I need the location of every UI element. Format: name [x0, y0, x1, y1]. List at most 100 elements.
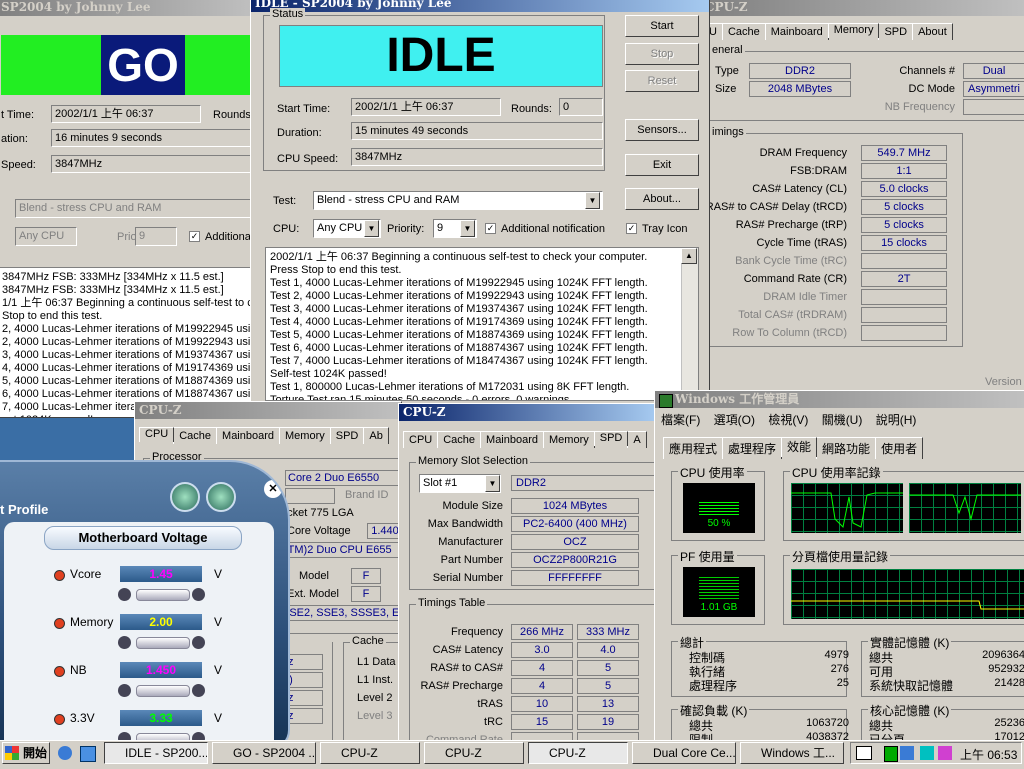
taskbar-item-task-manager[interactable]: Windows 工... [740, 742, 844, 764]
tray-prime-icon[interactable] [920, 746, 934, 760]
sp2004-idle-window[interactable]: IDLE - SP2004 by Johnny Lee Status IDLE … [250, 0, 710, 404]
nb-frequency-value [963, 99, 1024, 115]
priority-select[interactable]: 9 [135, 227, 177, 246]
additional-checkbox[interactable]: ✓ [189, 231, 200, 242]
cpuz-memory-window[interactable]: CPU-Z U Cache Mainboard Memory SPD About ener… [700, 0, 1024, 398]
tab-spd[interactable]: SPD [878, 23, 914, 40]
decrease-icon[interactable] [118, 636, 131, 649]
tray-icon-label: Tray Icon [642, 223, 688, 235]
tab-mainboard[interactable]: Mainboard [480, 431, 545, 448]
taskbar-item-sp2004-go[interactable]: GO - SP2004 ... [212, 742, 316, 764]
cpuz-spd-window[interactable]: CPU-Z CPU Cache Mainboard Memory SPD A Memory… [398, 403, 656, 741]
voltage-slider[interactable] [136, 685, 190, 697]
menu-help[interactable]: 說明(H) [876, 413, 917, 427]
sensors-button[interactable]: Sensors... [625, 119, 699, 141]
timing-value [861, 289, 947, 305]
tab-processes[interactable]: 處理程序 [722, 437, 783, 459]
tray-keyboard-icon[interactable] [856, 746, 872, 760]
model-label: Model [299, 570, 329, 582]
tab-mainboard[interactable]: Mainboard [764, 23, 829, 40]
timing-label: tRC [484, 716, 503, 728]
taskbar-item-cpuz-1[interactable]: CPU-Z [320, 742, 420, 764]
speed-field: 3847MHz [51, 155, 251, 173]
tab-cache[interactable]: Cache [437, 431, 482, 448]
tab-about[interactable]: About [912, 23, 953, 40]
menu-options[interactable]: 選項(O) [714, 413, 755, 427]
gadget-icon-2[interactable] [206, 482, 236, 512]
title-bar: SP2004 by Johnny Lee [0, 0, 255, 16]
timing-value-a: 4 [511, 660, 573, 676]
tray-network-icon[interactable] [900, 746, 914, 760]
tab-mainboard[interactable]: Mainboard [216, 427, 281, 444]
tab-users[interactable]: 使用者 [875, 437, 924, 459]
tab-spd[interactable]: SPD [593, 431, 629, 446]
menu-view[interactable]: 檢視(V) [768, 413, 808, 427]
log-line: 3847MHz FSB: 333MHz [334MHz x 11.5 est.] [2, 284, 224, 296]
tab-cache[interactable]: Cache [173, 427, 218, 444]
decrease-icon[interactable] [118, 684, 131, 697]
test-select[interactable]: Blend - stress CPU and RAM [15, 199, 251, 218]
log-line: 3847MHz FSB: 333MHz [334MHz x 11.5 est.] [2, 271, 224, 283]
cpu-dropdown-icon[interactable]: ▼ [364, 220, 379, 237]
tray-taskmgr-icon[interactable] [884, 746, 898, 762]
tab-cpu[interactable]: CPU [139, 427, 175, 442]
quicklaunch-desktop-icon[interactable] [80, 746, 96, 762]
close-icon[interactable]: ✕ [264, 480, 282, 498]
increase-icon[interactable] [192, 684, 205, 697]
task-manager-window[interactable]: Windows 工作管理員 檔案(F) 選項(O) 檢視(V) 關機(U) 說明… [654, 390, 1024, 742]
increase-icon[interactable] [192, 588, 205, 601]
timing-value: 5 clocks [861, 217, 947, 233]
voltage-gadget[interactable]: t Profile ✕ Motherboard Voltage Vcore 1.4… [0, 460, 290, 750]
log-scrollbar[interactable] [681, 248, 698, 400]
start-button[interactable]: Start [625, 15, 699, 37]
voltage-slider[interactable] [136, 589, 190, 601]
log-area[interactable]: 2002/1/1 上午 06:37 Beginning a continuous… [265, 247, 699, 401]
tray-volume-icon[interactable] [938, 746, 952, 760]
exit-button[interactable]: Exit [625, 154, 699, 176]
tray-icon-checkbox[interactable]: ✓ [626, 223, 637, 234]
tab-cpu[interactable]: CPU [403, 431, 439, 448]
menu-file[interactable]: 檔案(F) [661, 413, 700, 427]
taskbar-item-cpuz-3[interactable]: CPU-Z [528, 742, 628, 764]
menu-shutdown[interactable]: 關機(U) [822, 413, 863, 427]
general-label: eneral [710, 44, 745, 56]
decrease-icon[interactable] [118, 588, 131, 601]
taskbar-item-sp2004-idle[interactable]: IDLE - SP200... [104, 742, 208, 764]
about-button[interactable]: About... [625, 188, 699, 210]
spd-label: Manufacturer [438, 536, 503, 548]
tab-memory[interactable]: Memory [543, 431, 595, 448]
tab-spd[interactable]: SPD [329, 427, 365, 444]
log-line: 3, 4000 Lucas-Lehmer iterations of M1937… [2, 349, 255, 361]
taskmgr-icon [659, 394, 673, 408]
slot-dropdown-icon[interactable]: ▼ [485, 475, 500, 492]
stop-button[interactable]: Stop [625, 43, 699, 65]
test-dropdown-icon[interactable]: ▼ [585, 192, 600, 209]
tab-networking[interactable]: 網路功能 [816, 437, 877, 459]
timing-label: Command Rate (CR) [743, 273, 847, 285]
log-area[interactable]: 3847MHz FSB: 333MHz [334MHz x 11.5 est.]… [0, 267, 255, 417]
cpu-select[interactable]: Any CPU [15, 227, 77, 246]
gadget-icon-1[interactable] [170, 482, 200, 512]
tab-applications[interactable]: 應用程式 [663, 437, 724, 459]
priority-dropdown-icon[interactable]: ▼ [460, 220, 475, 237]
led-icon [54, 714, 65, 725]
timing-value-a: 4 [511, 678, 573, 694]
scroll-up-icon[interactable]: ▲ [681, 248, 697, 264]
sp2004-go-window[interactable]: SP2004 by Johnny Lee GO t Time: 2002/1/1… [0, 0, 256, 418]
quicklaunch-ie-icon[interactable] [58, 746, 72, 760]
voltage-slider[interactable] [136, 637, 190, 649]
additional-notification-checkbox[interactable]: ✓ [485, 223, 496, 234]
test-select[interactable]: Blend - stress CPU and RAM [313, 191, 603, 210]
tab-performance[interactable]: 效能 [781, 437, 818, 457]
tab-memory[interactable]: Memory [827, 23, 880, 38]
log-line: 2, 4000 Lucas-Lehmer iterations of M1992… [2, 323, 255, 335]
tab-cache[interactable]: Cache [721, 23, 766, 40]
increase-icon[interactable] [192, 636, 205, 649]
taskbar-item-dual-core[interactable]: Dual Core Ce... [632, 742, 736, 764]
tab-about[interactable]: A [627, 431, 647, 448]
tab-memory[interactable]: Memory [279, 427, 331, 444]
taskbar-item-cpuz-2[interactable]: CPU-Z [424, 742, 524, 764]
tab-about[interactable]: Ab [363, 427, 389, 444]
log-line: 4, 4000 Lucas-Lehmer iterations of M1917… [2, 362, 255, 374]
reset-button[interactable]: Reset [625, 70, 699, 92]
